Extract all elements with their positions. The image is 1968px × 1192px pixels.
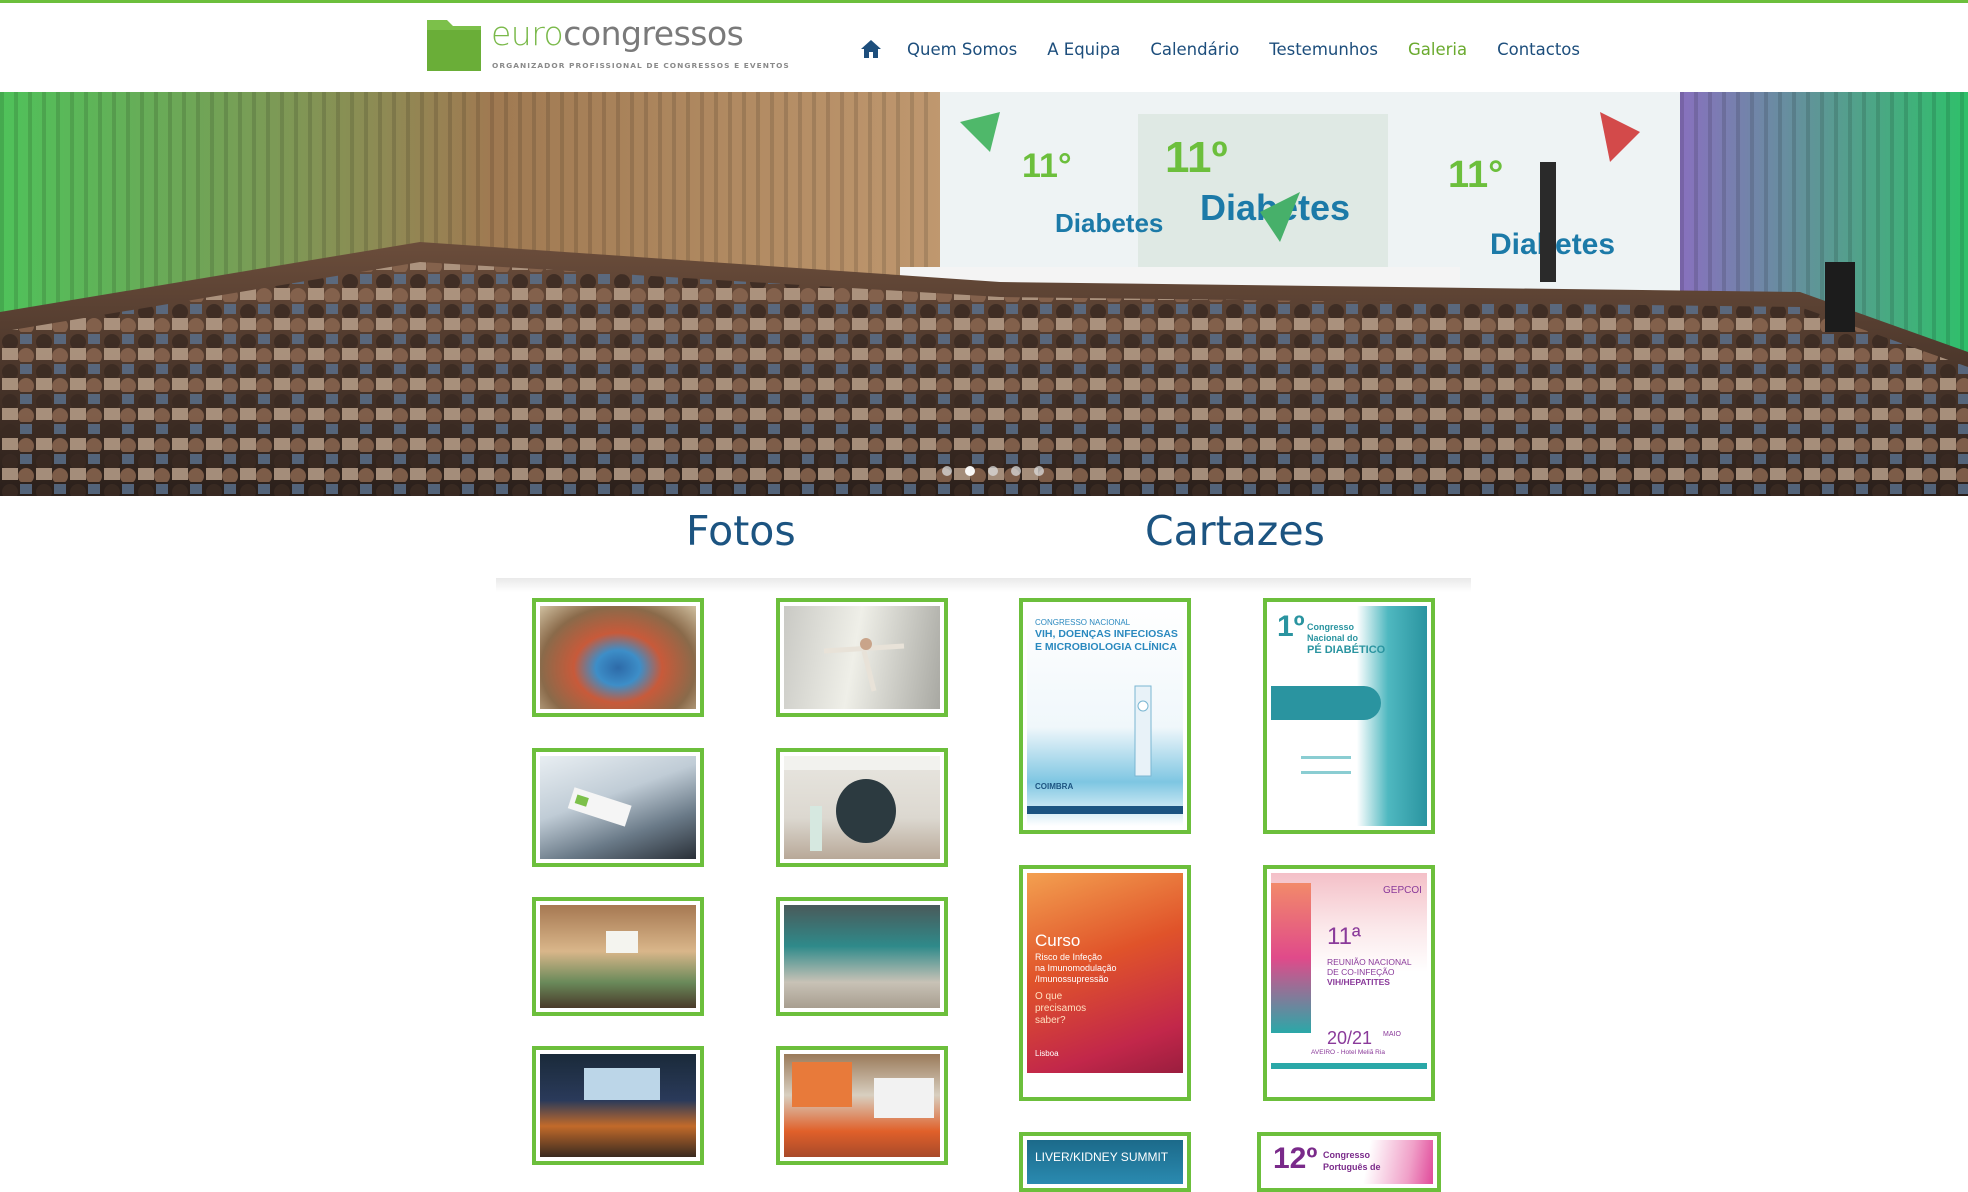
poster4-brand: GEPCOI [1383, 885, 1422, 896]
svg-text:11°: 11° [1448, 154, 1503, 196]
poster3-city: Lisboa [1035, 1049, 1059, 1058]
cartazes-title: Cartazes [1145, 507, 1325, 555]
poster2-line2: Nacional do [1307, 633, 1359, 643]
foto-thumb-2[interactable] [776, 598, 948, 717]
congress-hall-photo [540, 606, 696, 709]
logo-euro-text: euro [491, 14, 564, 53]
poster3-line2: Risco de Infeção [1035, 952, 1103, 962]
svg-text:11°: 11° [1022, 147, 1072, 185]
main-nav: Quem Somos A Equipa Calendário Testemunh… [860, 33, 1610, 65]
slider-dots [942, 466, 1044, 476]
nav-calendario[interactable]: Calendário [1150, 40, 1239, 59]
poster6-line1: Congresso [1323, 1150, 1371, 1160]
poster3-line6: precisamos [1035, 1003, 1087, 1014]
poster3-line7: saber? [1035, 1015, 1066, 1026]
cartaz-thumb-4[interactable]: GEPCOI 11ª REUNIÃO NACIONAL DE CO-INFEÇÃ… [1263, 865, 1435, 1101]
poster2-line1: Congresso [1307, 622, 1355, 632]
svg-text:Diabetes: Diabetes [1055, 208, 1163, 238]
poster2-line3: PÉ DIABÉTICO [1307, 644, 1386, 656]
poster1-place: COIMBRA [1035, 782, 1074, 791]
poster4-place: AVEIRO - Hotel Meliã Ria [1311, 1049, 1385, 1056]
slider-dot-2[interactable] [965, 466, 975, 476]
poster6-line2: Português de [1323, 1162, 1381, 1172]
poster1-line2: VIH, DOENÇAS INFECIOSAS [1035, 628, 1178, 640]
poster4-line1: REUNIÃO NACIONAL [1327, 957, 1412, 967]
cartaz-thumb-2[interactable]: 1º Congresso Nacional do PÉ DIABÉTICO [1263, 598, 1435, 834]
foto-thumb-1[interactable] [532, 598, 704, 717]
poster-liver-kidney-image: LIVER/KIDNEY SUMMIT [1027, 1140, 1183, 1184]
auditorium-photo [540, 905, 696, 1008]
cartaz-thumb-5[interactable]: LIVER/KIDNEY SUMMIT [1019, 1132, 1191, 1192]
foto-thumb-7[interactable] [532, 1046, 704, 1165]
exhibition-stand-photo [784, 905, 940, 1008]
poster3-line4: /Imunossupressão [1035, 974, 1109, 984]
slider-dot-3[interactable] [988, 466, 998, 476]
poster2-num: 1º [1277, 610, 1305, 643]
poster4-month: MAIO [1383, 1031, 1401, 1038]
nav-quem-somos[interactable]: Quem Somos [907, 40, 1017, 59]
seated-audience-photo [540, 1054, 696, 1157]
fotos-title: Fotos [686, 507, 796, 555]
dancer-photo [784, 606, 940, 709]
logo-tagline: ORGANIZADOR PROFISSIONAL DE CONGRESSOS E… [492, 61, 790, 70]
hero-congress-image: 11º Diabetes 11° Diabetes 11° Diabetes [0, 92, 1968, 496]
logo[interactable]: eurocongressos ORGANIZADOR PROFISSIONAL … [425, 14, 789, 76]
insulinoterapia-photo [784, 1054, 940, 1157]
poster4-line3: VIH/HEPATITES [1327, 977, 1390, 987]
poster4-num: 11ª [1327, 923, 1361, 950]
poster5-line1: LIVER/KIDNEY SUMMIT [1035, 1150, 1169, 1164]
slider-dot-1[interactable] [942, 466, 952, 476]
poster3-line3: na Imunomodulação [1035, 963, 1117, 973]
banner-number: 11º [1165, 133, 1228, 182]
poster-gepcoi-image: GEPCOI 11ª REUNIÃO NACIONAL DE CO-INFEÇÃ… [1271, 873, 1427, 1093]
poster4-dates: 20/21 [1327, 1028, 1373, 1048]
logo-wordmark: eurocongressos [491, 14, 744, 54]
folder-logo-icon [427, 20, 481, 71]
poster1-line3: E MICROBIOLOGIA CLÍNICA [1035, 641, 1177, 653]
poster-12-congresso-image: 12º Congresso Português de [1265, 1140, 1433, 1184]
nav-galeria[interactable]: Galeria [1408, 40, 1467, 59]
bus-photo [540, 756, 696, 859]
poster6-num: 12º [1273, 1142, 1318, 1175]
nav-contactos[interactable]: Contactos [1497, 40, 1580, 59]
poster-curso-image: Curso Risco de Infeção na Imunomodulação… [1027, 873, 1183, 1093]
foto-thumb-4[interactable] [776, 748, 948, 867]
logo-congressos-text: congressos [563, 14, 744, 53]
poster3-line5: O que [1035, 991, 1063, 1002]
foto-thumb-6[interactable] [776, 897, 948, 1016]
nav-testemunhos[interactable]: Testemunhos [1269, 40, 1378, 59]
section-divider [496, 578, 1471, 592]
cartaz-thumb-3[interactable]: Curso Risco de Infeção na Imunomodulação… [1019, 865, 1191, 1101]
foto-thumb-8[interactable] [776, 1046, 948, 1165]
forum-diabetes-photo [784, 756, 940, 859]
home-icon[interactable] [860, 37, 884, 61]
cartaz-thumb-1[interactable]: CONGRESSO NACIONAL VIH, DOENÇAS INFECIOS… [1019, 598, 1191, 834]
poster-pe-diabetico-image: 1º Congresso Nacional do PÉ DIABÉTICO [1271, 606, 1427, 826]
slider-dot-4[interactable] [1011, 466, 1021, 476]
poster-vih-image: CONGRESSO NACIONAL VIH, DOENÇAS INFECIOS… [1027, 606, 1183, 826]
poster3-line1: Curso [1035, 931, 1081, 950]
site-header: eurocongressos ORGANIZADOR PROFISSIONAL … [0, 3, 1968, 92]
poster4-line2: DE CO-INFEÇÃO [1327, 967, 1395, 977]
poster1-line1: CONGRESSO NACIONAL [1035, 618, 1131, 627]
cartaz-thumb-6[interactable]: 12º Congresso Português de [1257, 1132, 1441, 1192]
hero-slider[interactable]: 11º Diabetes 11° Diabetes 11° Diabetes [0, 92, 1968, 496]
slider-dot-5[interactable] [1034, 466, 1044, 476]
nav-a-equipa[interactable]: A Equipa [1047, 40, 1120, 59]
foto-thumb-5[interactable] [532, 897, 704, 1016]
foto-thumb-3[interactable] [532, 748, 704, 867]
